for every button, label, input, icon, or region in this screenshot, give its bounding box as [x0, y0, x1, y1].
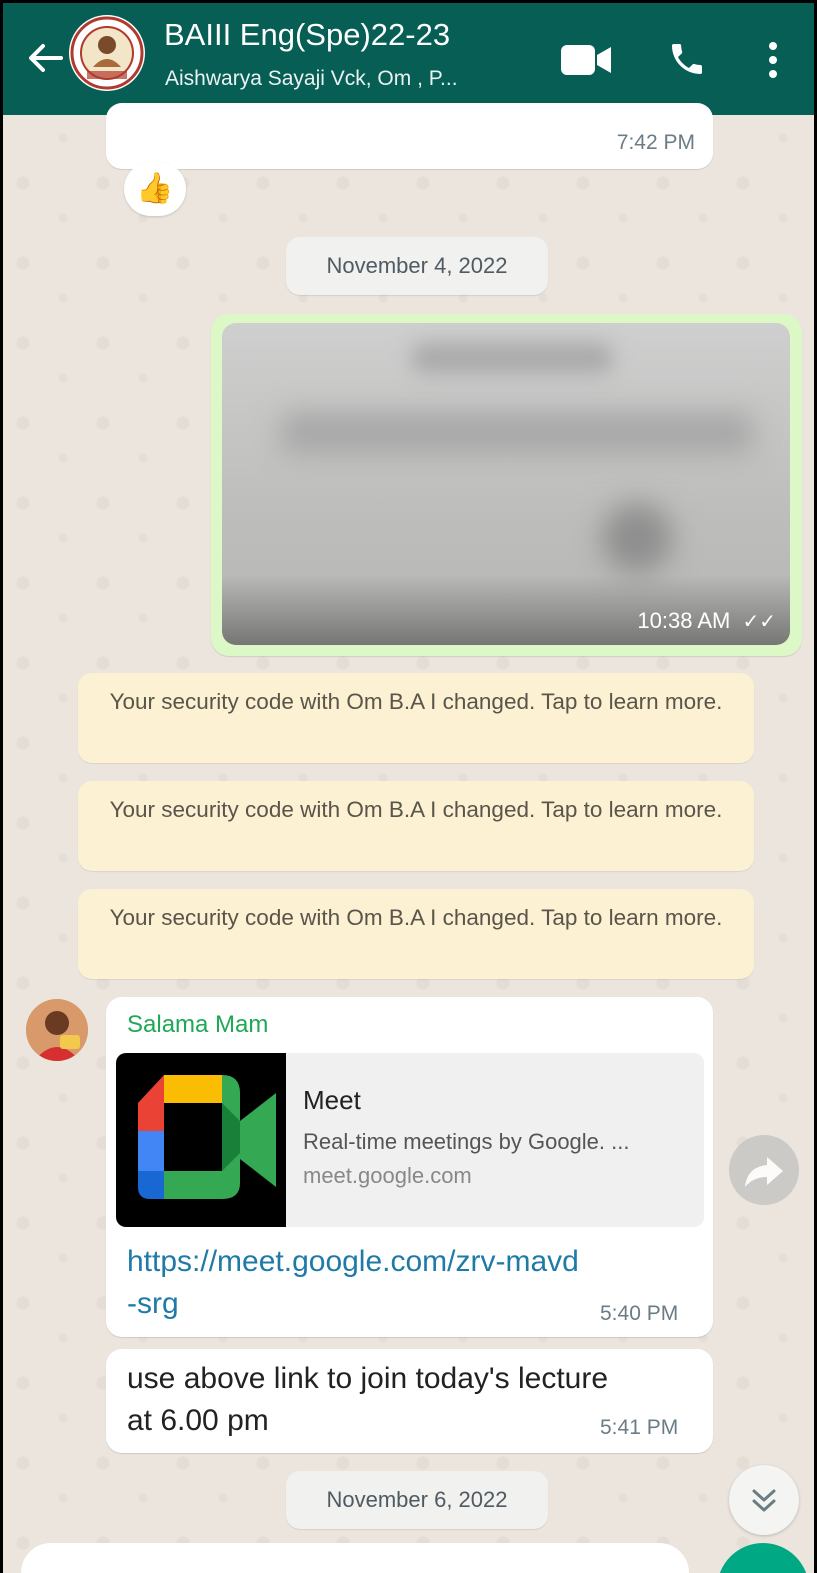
preview-domain: meet.google.com	[303, 1163, 472, 1188]
chat-title[interactable]: BAIII Eng(Spe)22-23	[164, 17, 450, 53]
forward-icon	[745, 1157, 783, 1187]
reaction-badge[interactable]: 👍	[124, 162, 186, 216]
meet-link[interactable]: https://meet.google.com/zrv-mavd -srg	[127, 1241, 579, 1325]
phone-icon[interactable]	[667, 39, 707, 79]
video-call-icon[interactable]	[559, 41, 615, 79]
message-text[interactable]: use above link to join today's lecture a…	[127, 1358, 608, 1442]
link-preview[interactable]: Meet Real-time meetings by Google. ... m…	[116, 1053, 704, 1227]
double-chevron-down-icon	[752, 1489, 776, 1512]
college-emblem-icon	[70, 16, 144, 90]
scroll-down-button[interactable]	[729, 1465, 799, 1535]
double-check-icon: ✓✓	[742, 611, 776, 633]
forward-button[interactable]	[729, 1135, 799, 1205]
preview-title: Meet	[303, 1085, 361, 1115]
date-separator: November 4, 2022	[286, 237, 548, 295]
sender-name[interactable]: Salama Mam	[127, 1011, 268, 1039]
person-avatar-icon	[26, 999, 88, 1061]
preview-description: Real-time meetings by Google. ...	[303, 1129, 630, 1154]
more-vert-icon[interactable]	[763, 39, 783, 81]
chat-header: BAIII Eng(Spe)22-23 Aishwarya Sayaji Vck…	[3, 3, 814, 115]
chat-members[interactable]: Aishwarya Sayaji Vck, Om , P...	[165, 67, 458, 91]
security-notice[interactable]: Your security code with Om B.A I changed…	[78, 889, 754, 979]
group-avatar[interactable]	[69, 15, 145, 91]
image-message-bubble[interactable]: 10:38 AM ✓✓	[211, 314, 802, 656]
message-time: 10:38 AM	[637, 608, 731, 633]
message-time: 7:42 PM	[616, 131, 695, 154]
date-separator: November 6, 2022	[286, 1471, 548, 1529]
message-input[interactable]	[21, 1543, 689, 1573]
back-arrow-icon[interactable]	[21, 33, 71, 83]
message-time: 5:40 PM	[600, 1302, 679, 1325]
security-notice[interactable]: Your security code with Om B.A I changed…	[78, 673, 754, 763]
message-time: 5:41 PM	[600, 1416, 679, 1439]
message-bubble[interactable]: 7:42 PM	[106, 103, 713, 169]
blurred-image[interactable]	[222, 323, 790, 645]
chat-screen: BAIII Eng(Spe)22-23 Aishwarya Sayaji Vck…	[3, 3, 814, 1573]
security-notice[interactable]: Your security code with Om B.A I changed…	[78, 781, 754, 871]
google-meet-logo	[116, 1053, 286, 1227]
thumbs-up-emoji: 👍	[136, 172, 174, 205]
sender-avatar[interactable]	[26, 999, 88, 1061]
image-meta: 10:38 AM ✓✓	[637, 608, 776, 634]
